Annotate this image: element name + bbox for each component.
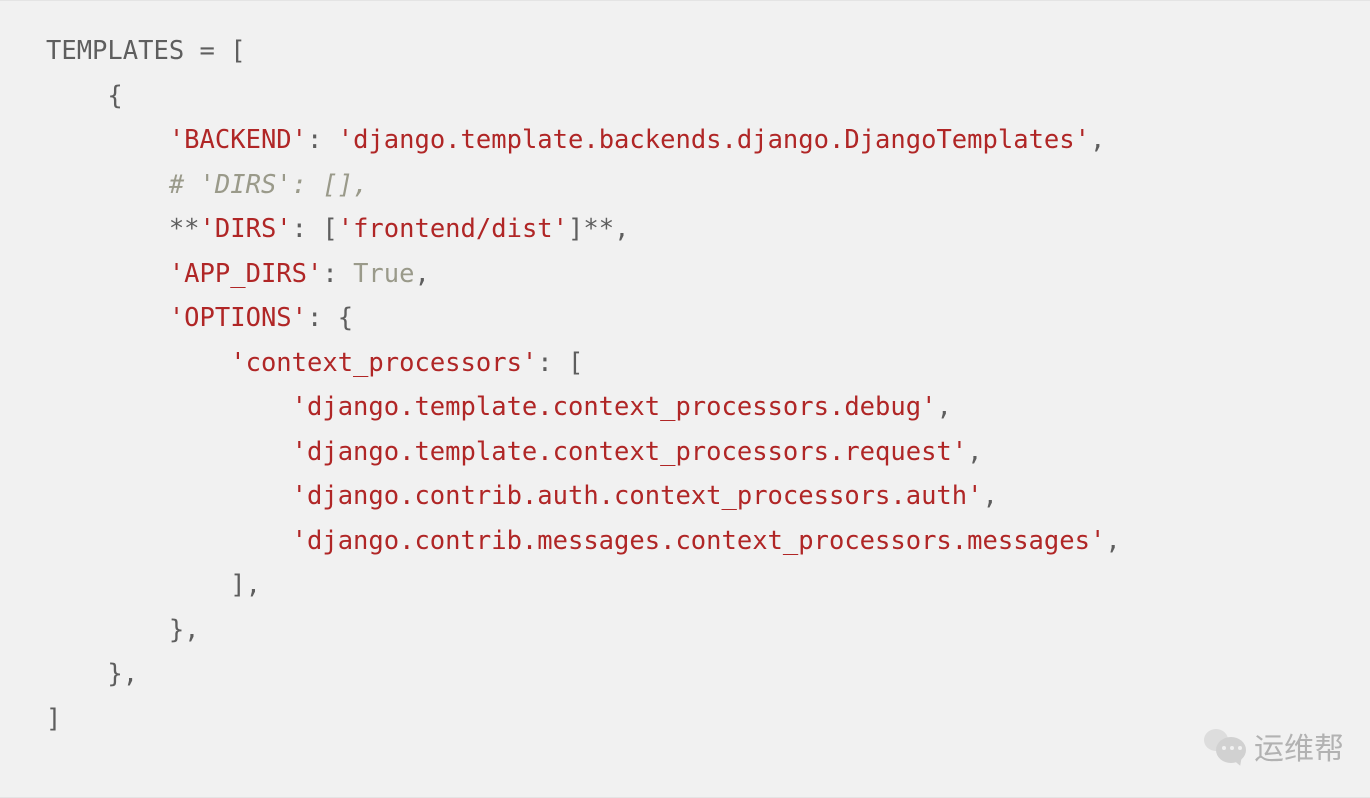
code-token (46, 170, 169, 200)
code-token: TEMPLATES = [ (46, 36, 246, 66)
code-token (46, 481, 292, 511)
code-token (46, 348, 230, 378)
code-line: 'APP_DIRS': True, (46, 259, 430, 289)
code-token: 'DIRS' (200, 214, 292, 244)
code-line: 'BACKEND': 'django.template.backends.dja… (46, 125, 1105, 155)
code-token: { (46, 81, 123, 111)
code-token: # 'DIRS': [], (169, 170, 369, 200)
code-token: 'django.template.context_processors.requ… (292, 437, 968, 467)
code-token: , (415, 259, 430, 289)
code-line: ], (46, 570, 261, 600)
code-line: 'django.template.context_processors.debu… (46, 392, 952, 422)
code-token: 'django.template.context_processors.debu… (292, 392, 937, 422)
code-token (46, 392, 292, 422)
code-token: }, (46, 615, 200, 645)
code-token: 'BACKEND' (169, 125, 307, 155)
code-line: 'django.contrib.auth.context_processors.… (46, 481, 998, 511)
code-token: }, (46, 659, 138, 689)
code-token: , (936, 392, 951, 422)
code-token (46, 125, 169, 155)
code-token: ] (46, 704, 61, 734)
code-line: 'context_processors': [ (46, 348, 583, 378)
code-token: 'OPTIONS' (169, 303, 307, 333)
code-token: 'context_processors' (230, 348, 537, 378)
code-token (46, 437, 292, 467)
code-line: ] (46, 704, 61, 734)
code-token: ], (46, 570, 261, 600)
code-token: 'APP_DIRS' (169, 259, 323, 289)
code-line: **'DIRS': ['frontend/dist']**, (46, 214, 629, 244)
code-token: ** (46, 214, 200, 244)
code-token: : (307, 125, 338, 155)
code-token: : (322, 259, 353, 289)
code-token: 'frontend/dist' (338, 214, 568, 244)
code-token (46, 259, 169, 289)
code-token: 'django.template.backends.django.DjangoT… (338, 125, 1090, 155)
code-token: True (353, 259, 414, 289)
code-token: , (1105, 526, 1120, 556)
code-token (46, 303, 169, 333)
code-line: 'django.template.context_processors.requ… (46, 437, 983, 467)
code-line: }, (46, 659, 138, 689)
code-line: }, (46, 615, 200, 645)
code-line: # 'DIRS': [], (46, 170, 368, 200)
code-token: : [ (537, 348, 583, 378)
code-token: : { (307, 303, 353, 333)
code-block: TEMPLATES = [ { 'BACKEND': 'django.templ… (0, 0, 1370, 798)
code-line: 'OPTIONS': { (46, 303, 353, 333)
code-token: , (983, 481, 998, 511)
code-token: 'django.contrib.auth.context_processors.… (292, 481, 983, 511)
code-line: TEMPLATES = [ (46, 36, 246, 66)
code-token: , (1090, 125, 1105, 155)
code-token: 'django.contrib.messages.context_process… (292, 526, 1106, 556)
code-token (46, 526, 292, 556)
code-line: { (46, 81, 123, 111)
code-token: ]**, (568, 214, 629, 244)
code-line: 'django.contrib.messages.context_process… (46, 526, 1121, 556)
code-token: : [ (292, 214, 338, 244)
code-token: , (967, 437, 982, 467)
